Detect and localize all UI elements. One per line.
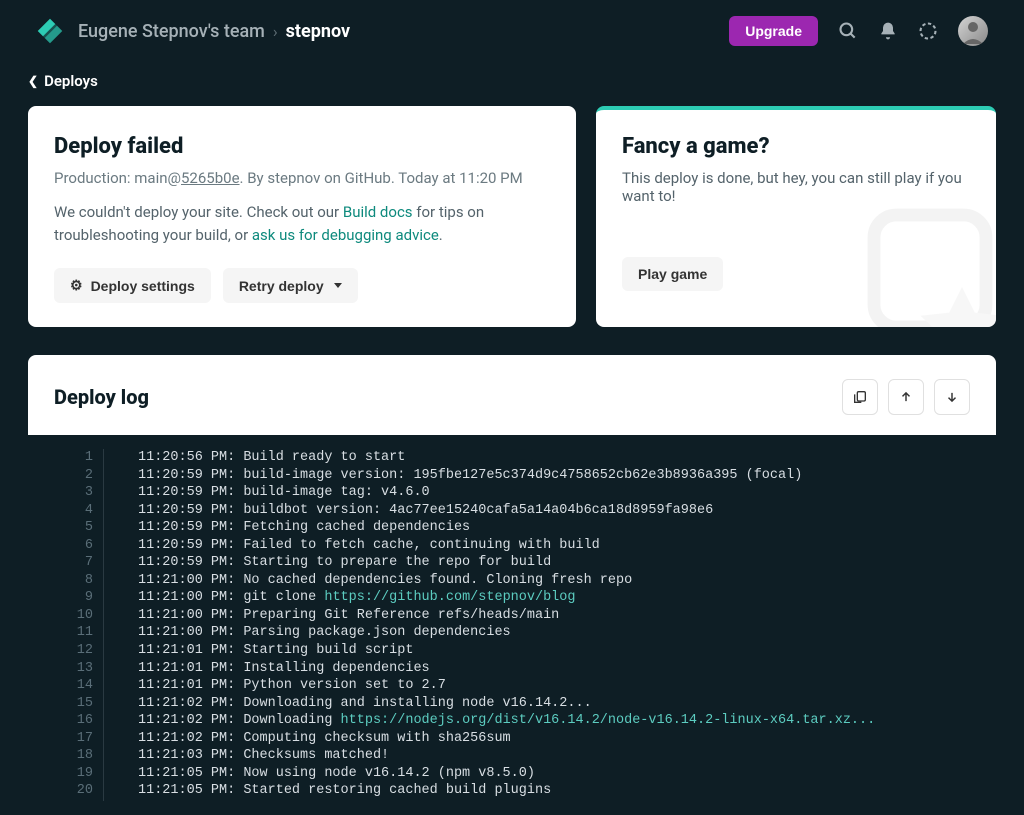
deploy-settings-button[interactable]: Deploy settings [54, 268, 211, 303]
deploy-actions: Deploy settings Retry deploy [54, 268, 550, 303]
star-decoration-icon [866, 207, 996, 327]
content-row: Deploy failed Production: main@5265b0e. … [0, 106, 1024, 327]
breadcrumb-team[interactable]: Eugene Stepnov's team [78, 21, 265, 42]
deploy-status-card: Deploy failed Production: main@5265b0e. … [28, 106, 576, 327]
sub-header: ❮ Deploys [0, 62, 1024, 106]
copy-log-button[interactable] [842, 379, 878, 415]
game-text: This deploy is done, but hey, you can st… [622, 169, 970, 205]
breadcrumb-project[interactable]: stepnov [286, 21, 350, 42]
deploy-description: We couldn't deploy your site. Check out … [54, 201, 550, 246]
top-header: Eugene Stepnov's team › stepnov Upgrade [0, 0, 1024, 62]
log-body[interactable]: 1234567891011121314151617181920 11:20:56… [28, 435, 996, 815]
scroll-up-button[interactable] [888, 379, 924, 415]
chevron-left-icon: ❮ [28, 74, 38, 88]
upgrade-button[interactable]: Upgrade [729, 16, 818, 46]
deploy-meta: Production: main@5265b0e. By stepnov on … [54, 169, 550, 187]
bell-icon[interactable] [878, 21, 898, 41]
search-icon[interactable] [838, 21, 858, 41]
header-left: Eugene Stepnov's team › stepnov [36, 17, 350, 45]
back-label: Deploys [44, 72, 98, 90]
deploy-log-section: Deploy log 12345678910111213141516171819… [28, 355, 996, 815]
retry-deploy-button[interactable]: Retry deploy [223, 268, 358, 303]
header-right: Upgrade [729, 16, 988, 46]
build-docs-link[interactable]: Build docs [343, 203, 413, 221]
back-to-deploys-link[interactable]: ❮ Deploys [28, 72, 98, 90]
debug-advice-link[interactable]: ask us for debugging advice [252, 226, 439, 244]
log-title: Deploy log [54, 385, 149, 409]
play-game-button[interactable]: Play game [622, 257, 723, 291]
scroll-down-button[interactable] [934, 379, 970, 415]
game-title: Fancy a game? [622, 134, 970, 159]
commit-link[interactable]: 5265b0e [181, 169, 240, 187]
netlify-logo-icon[interactable] [36, 17, 64, 45]
log-header: Deploy log [28, 355, 996, 435]
log-gutter: 1234567891011121314151617181920 [28, 449, 104, 801]
chevron-right-icon: › [273, 22, 278, 41]
deploy-status-title: Deploy failed [54, 134, 550, 159]
game-card: Fancy a game? This deploy is done, but h… [596, 106, 996, 327]
log-lines: 11:20:56 PM: Build ready to start11:20:5… [104, 449, 996, 801]
avatar[interactable] [958, 16, 988, 46]
breadcrumb: Eugene Stepnov's team › stepnov [78, 21, 350, 42]
help-icon[interactable] [918, 21, 938, 41]
log-actions [842, 379, 970, 415]
